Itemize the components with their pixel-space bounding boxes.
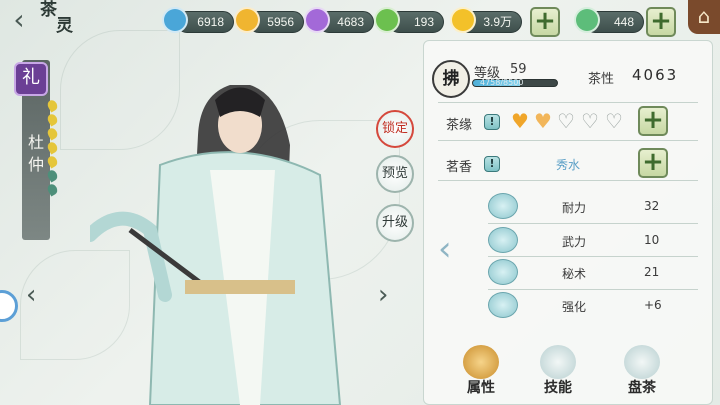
stat-name: 武力 <box>562 235 587 249</box>
divider <box>438 140 698 141</box>
currency-value: 3.9万 <box>483 15 512 29</box>
star-icon <box>45 98 60 113</box>
crystal-plus-button[interactable]: + <box>646 7 676 37</box>
heart-half-icon: ♥ <box>534 109 552 133</box>
green-crystal-icon <box>574 7 600 33</box>
stat-value: 32 <box>644 199 660 213</box>
currency-value: 5956 <box>267 15 294 29</box>
currency-value: 6918 <box>197 15 224 29</box>
house-icon: ⌂ <box>697 4 711 28</box>
green-gem-icon <box>374 7 400 33</box>
rank-glyph: 拂 <box>442 69 460 89</box>
fragrance-label: 茗香 <box>446 160 473 175</box>
purple-gem-icon <box>304 7 330 33</box>
star-icon <box>45 140 60 155</box>
heart-empty-icon: ♡ <box>581 109 599 133</box>
upgrade-button[interactable]: 升级 <box>376 204 414 242</box>
divider <box>488 223 698 224</box>
lock-button-label: 锁定 <box>381 121 408 136</box>
preview-button[interactable]: 预览 <box>376 155 414 193</box>
tab-label: 技能 <box>544 380 572 396</box>
heart-filled-icon: ♥ <box>511 109 529 133</box>
prev-character-button[interactable]: ‹ <box>26 282 36 308</box>
app-logo: 茶 灵 <box>40 2 90 40</box>
recharge-plus-button[interactable]: + <box>530 7 560 37</box>
stat-value: 10 <box>644 233 660 247</box>
blue-gem-icon <box>162 7 188 33</box>
plus-icon: + <box>642 147 664 177</box>
plus-icon: + <box>642 105 664 135</box>
tea-nature-value: 4063 <box>632 66 679 84</box>
lock-button[interactable]: 锁定 <box>376 110 414 148</box>
stat-name: 耐力 <box>562 201 587 215</box>
level-value: 59 <box>510 62 527 77</box>
divider <box>488 289 698 290</box>
star-icon <box>45 112 60 127</box>
currency-value: 193 <box>413 15 434 29</box>
tab-skills[interactable]: 技能 <box>530 345 586 403</box>
chevron-right-icon: › <box>378 280 389 310</box>
plus-icon: + <box>534 6 556 36</box>
next-character-button[interactable]: › <box>378 282 388 308</box>
preview-button-label: 预览 <box>381 166 408 181</box>
star-icon <box>45 154 60 169</box>
enhance-icon <box>488 292 518 318</box>
chevron-left-icon: ‹ <box>13 3 25 36</box>
xp-text: 4758/8500 <box>480 78 524 87</box>
gold-coin-icon <box>450 7 476 33</box>
divider <box>438 102 698 103</box>
collapse-panel-button[interactable]: ‹ <box>438 232 452 266</box>
star-rating <box>45 98 62 198</box>
arcane-icon <box>488 259 518 285</box>
affinity-label: 茶缘 <box>446 118 473 133</box>
info-icon[interactable]: ! <box>484 156 500 172</box>
tab-tea-tray[interactable]: 盘茶 <box>614 345 670 403</box>
star-icon <box>45 182 60 197</box>
tab-attributes[interactable]: 属性 <box>453 345 509 403</box>
heart-empty-icon: ♡ <box>605 109 623 133</box>
stat-value: +6 <box>644 298 662 312</box>
divider <box>438 180 698 181</box>
chevron-left-icon: ‹ <box>26 280 37 310</box>
logo-text-bottom: 灵 <box>56 16 73 36</box>
stat-row-arcane: 秘术 21 <box>488 259 698 287</box>
element-glyph: 礼 <box>22 67 40 88</box>
currency-value: 4683 <box>337 15 364 29</box>
side-menu-button[interactable] <box>0 290 18 322</box>
tea-nature-label: 茶性 <box>588 72 615 87</box>
divider <box>488 256 698 257</box>
fragrance-value: 秀水 <box>556 158 581 172</box>
upgrade-button-label: 升级 <box>381 215 408 230</box>
info-icon[interactable]: ! <box>484 114 500 130</box>
stat-name: 强化 <box>562 300 587 314</box>
skill-icon <box>540 345 576 379</box>
character-name: 杜仲 <box>22 132 50 176</box>
tab-label: 盘茶 <box>628 380 656 396</box>
teapot-icon <box>463 345 499 379</box>
plus-icon: + <box>650 6 672 36</box>
star-icon <box>45 168 60 183</box>
star-icon <box>45 126 60 141</box>
tab-label: 属性 <box>467 380 495 396</box>
currency-value: 448 <box>613 15 634 29</box>
character-name-text: 杜仲 <box>27 133 44 174</box>
chevron-left-icon: ‹ <box>438 229 452 269</box>
stat-value: 21 <box>644 265 660 279</box>
rank-badge: 拂 <box>432 60 470 98</box>
stat-row-force: 武力 10 <box>488 227 698 255</box>
tea-tray-icon <box>624 345 660 379</box>
fragrance-plus-button[interactable]: + <box>638 148 668 178</box>
home-button[interactable]: ⌂ <box>688 0 720 34</box>
character-portrait <box>83 55 390 405</box>
gold-leaf-icon <box>234 7 260 33</box>
element-badge: 礼 <box>14 62 48 96</box>
stat-name: 秘术 <box>562 267 587 281</box>
heart-empty-icon: ♡ <box>557 109 575 133</box>
stat-row-stamina: 耐力 32 <box>488 193 698 221</box>
affinity-plus-button[interactable]: + <box>638 106 668 136</box>
stamina-icon <box>488 193 518 219</box>
stat-row-enhance: 强化 +6 <box>488 292 698 320</box>
back-button[interactable]: ‹ <box>6 6 32 36</box>
force-icon <box>488 227 518 253</box>
